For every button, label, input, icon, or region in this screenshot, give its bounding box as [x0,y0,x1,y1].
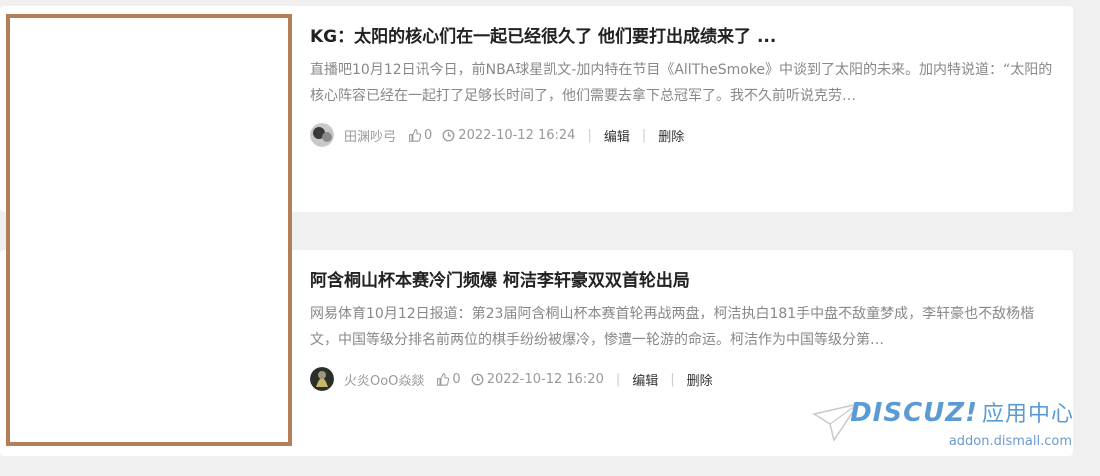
post-title[interactable]: KG：太阳的核心们在一起已经很久了 他们要打出成绩来了 ... [310,22,1059,47]
like-count[interactable]: 0 [408,128,432,143]
like-count-value: 0 [424,127,433,143]
post-time-value: 2022-10-12 16:20 [486,371,604,387]
author-name[interactable]: 田渊吵弓 [344,126,396,145]
watermark-logo-text: DISCUZ! [850,398,978,428]
thumbnail-frame[interactable] [6,14,292,446]
divider: | [615,371,621,387]
post-content: KG：太阳的核心们在一起已经很久了 他们要打出成绩来了 ... 直播吧10月12… [310,22,1059,147]
post-content: 阿含桐山杯本赛冷门频爆 柯洁李轩豪双双首轮出局 网易体育10月12日报道：第23… [310,266,1059,391]
like-count-value: 0 [452,371,461,387]
watermark: DISCUZ! 应用中心 addon.dismall.com [806,396,1086,458]
author-name[interactable]: 火炎OoO焱燚 [344,370,424,389]
avatar[interactable] [310,123,334,147]
post-meta: 田渊吵弓 0 2022-10-12 16:24 | 编辑 | 删除 [310,123,1059,147]
divider: | [641,127,647,143]
post-time: 2022-10-12 16:24 [442,128,575,143]
watermark-url: addon.dismall.com [948,434,1072,449]
edit-button[interactable]: 编辑 [632,370,658,389]
thumbs-up-icon [437,372,450,386]
thumbs-up-icon [409,128,422,142]
divider: | [670,371,675,387]
divider: | [587,127,592,143]
watermark-logo: DISCUZ! 应用中心 [850,396,1074,428]
post-summary: 网易体育10月12日报道：第23届阿含桐山杯本赛首轮再战两盘，柯洁执白181手中… [310,306,1035,348]
clock-icon [442,129,455,141]
edit-button[interactable]: 编辑 [604,126,630,145]
like-count[interactable]: 0 [436,371,461,387]
delete-button[interactable]: 删除 [658,126,684,145]
post-time: 2022-10-12 16:20 [471,372,604,387]
clock-icon [471,373,484,385]
post-title[interactable]: 阿含桐山杯本赛冷门频爆 柯洁李轩豪双双首轮出局 [310,266,1059,291]
post-summary: 直播吧10月12日讯今日，前NBA球星凯文-加内特在节目《AllTheSmoke… [310,62,1053,104]
post-meta: 火炎OoO焱燚 0 2022-10-12 16:20 | 编辑 | 删除 [310,367,1059,391]
post-time-value: 2022-10-12 16:24 [458,127,576,143]
delete-button[interactable]: 删除 [687,370,713,389]
avatar[interactable] [310,367,334,391]
watermark-logo-cn: 应用中心 [981,402,1074,427]
